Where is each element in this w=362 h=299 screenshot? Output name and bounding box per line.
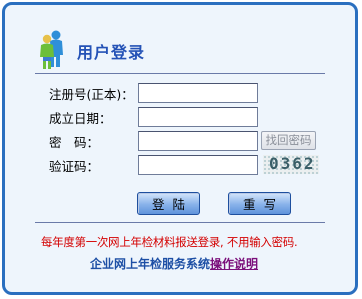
- password-label: 密 码：: [49, 135, 100, 150]
- notice-text: 每年度第一次网上年检材料报送登录, 不用输入密码.: [41, 235, 298, 249]
- password-row: 密 码： 找回密码: [49, 131, 339, 151]
- instructions-link[interactable]: 操作说明: [210, 257, 258, 271]
- password-input[interactable]: [138, 131, 258, 151]
- date-row: 成立日期：: [49, 107, 339, 127]
- reg-no-label: 注册号(正本)：: [49, 87, 134, 102]
- page-title: 用户登录: [77, 43, 146, 62]
- captcha-input[interactable]: [138, 155, 258, 175]
- header-divider: [35, 73, 325, 74]
- login-panel: 用户登录 注册号(正本)： 成立日期： 密 码： 找回密码 验证码： 0362 …: [2, 2, 358, 295]
- date-label: 成立日期：: [49, 111, 112, 126]
- footer-divider: [35, 222, 325, 223]
- reg-no-row: 注册号(正本)：: [49, 83, 339, 103]
- footer: 企业网上年检服务系统操作说明: [90, 255, 258, 272]
- reset-button[interactable]: 重写: [228, 192, 291, 215]
- date-input[interactable]: [138, 107, 258, 127]
- login-header: 用户登录: [39, 27, 329, 75]
- login-button[interactable]: 登陆: [137, 192, 200, 215]
- recover-password-button[interactable]: 找回密码: [261, 131, 316, 150]
- captcha-image[interactable]: 0362: [263, 155, 319, 174]
- users-icon: [40, 30, 63, 69]
- captcha-code: 0362: [269, 155, 316, 173]
- reg-no-input[interactable]: [138, 83, 258, 103]
- captcha-row: 验证码： 0362: [49, 155, 339, 175]
- captcha-label: 验证码：: [49, 159, 100, 174]
- system-name: 企业网上年检服务系统: [90, 257, 211, 271]
